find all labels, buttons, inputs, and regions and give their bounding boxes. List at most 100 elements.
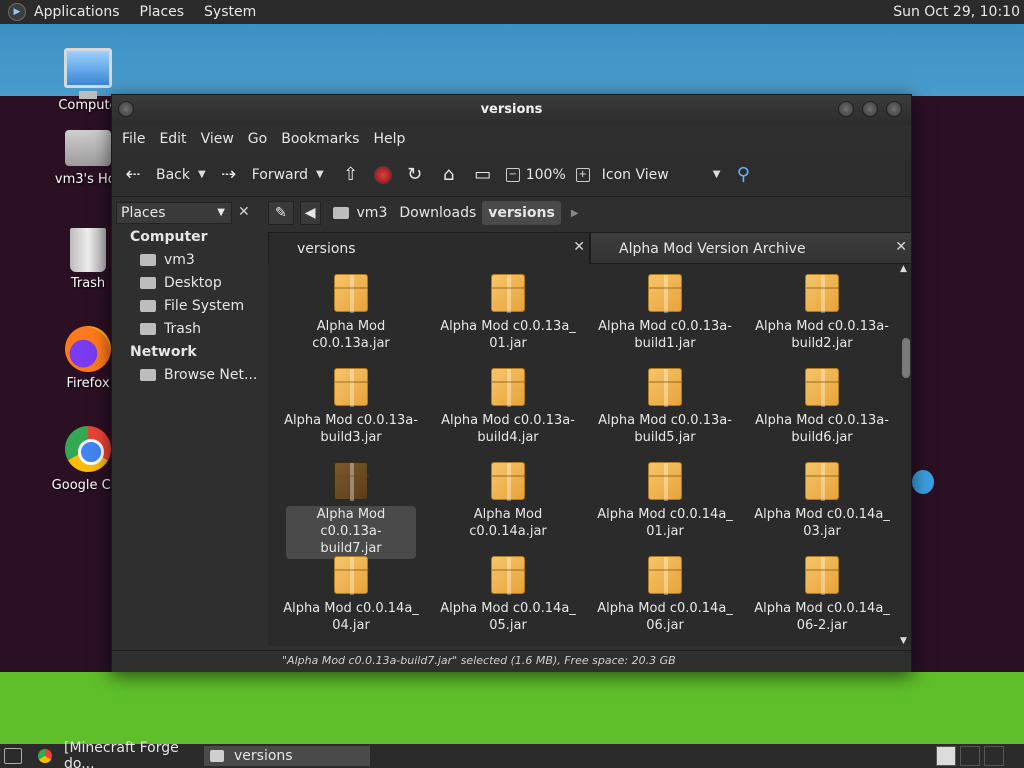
menu-places[interactable]: Places — [140, 4, 185, 20]
file-name-line2: build6.jar — [791, 430, 853, 445]
jar-file-icon — [491, 462, 526, 501]
file-name-line2: build2.jar — [791, 336, 853, 351]
path-segment-vm3[interactable]: vm3 — [327, 201, 394, 225]
file-item[interactable]: Alpha Mod c0.0.13a- build1.jar — [594, 274, 736, 352]
menu-go[interactable]: Go — [248, 131, 267, 147]
tab-versions[interactable]: versions ✕ — [268, 232, 590, 264]
close-sidebar-icon[interactable]: ✕ — [238, 204, 250, 220]
task-label: versions — [234, 748, 293, 764]
close-tab-icon[interactable]: ✕ — [573, 239, 585, 255]
zoom-in-icon[interactable]: + — [575, 167, 590, 182]
sidebar-type-select[interactable]: Places ▼ — [116, 202, 232, 224]
file-item[interactable]: Alpha Mod c0.0.13a- build6.jar — [751, 368, 893, 446]
toolbar: ⇠ Back ▼ ⇢ Forward ▼ ⇧ ↻ ⌂ ▭ − 100% + Ic… — [112, 153, 911, 197]
task-button-versions[interactable]: versions — [204, 746, 370, 766]
sidebar-item-desktop[interactable]: Desktop — [140, 275, 222, 291]
wallpaper-grass — [0, 672, 1024, 744]
path-segment-versions[interactable]: versions — [482, 201, 561, 225]
path-scroll-right-icon[interactable]: ▶ — [571, 208, 579, 219]
close-button[interactable] — [886, 101, 902, 117]
file-name-line2: build3.jar — [320, 430, 382, 445]
tab-bar: versions ✕ Alpha Mod Version Archive ✕ — [268, 232, 912, 264]
file-item[interactable]: Alpha Mod c0.0.13a.jar — [280, 274, 422, 352]
menu-view[interactable]: View — [201, 131, 234, 147]
chrome-launcher-icon[interactable] — [38, 749, 52, 763]
file-item[interactable]: Alpha Mod c0.0.14a_ 03.jar — [751, 462, 893, 540]
edit-location-icon[interactable]: ✎ — [268, 201, 294, 225]
file-name-line2: 01.jar — [489, 336, 527, 351]
workspace-1[interactable] — [936, 746, 956, 766]
jar-file-icon — [648, 274, 683, 313]
file-item[interactable]: Alpha Mod c0.0.13a- build4.jar — [437, 368, 579, 446]
forward-button[interactable]: ⇢ Forward — [216, 153, 308, 197]
minimize-button[interactable] — [838, 101, 854, 117]
home-icon[interactable]: ⌂ — [436, 164, 462, 185]
sidebar-item-trash[interactable]: Trash — [140, 321, 201, 337]
path-scroll-left-icon[interactable]: ◀ — [299, 201, 321, 225]
file-item-selected[interactable]: Alpha Mod c0.0.13a- build7.jar — [280, 462, 422, 559]
sidebar-item-browse-network[interactable]: Browse Net... — [140, 367, 257, 383]
file-item[interactable]: Alpha Mod c0.0.13a- build3.jar — [280, 368, 422, 446]
path-segment-downloads[interactable]: Downloads — [393, 201, 482, 225]
trash-icon — [140, 323, 156, 335]
file-name: Alpha Mod c0.0.13a- — [286, 506, 416, 540]
file-item[interactable]: Alpha Mod c0.0.13a- build2.jar — [751, 274, 893, 352]
zoom-out-icon[interactable]: − — [505, 167, 520, 182]
file-item[interactable]: Alpha Mod c0.0.14a_ 06.jar — [594, 556, 736, 634]
clock[interactable]: Sun Oct 29, 10:10 — [893, 4, 1020, 20]
file-item[interactable]: Alpha Mod c0.0.14a_ 04.jar — [280, 556, 422, 634]
sidebar-item-label: Browse Net... — [164, 367, 258, 383]
stop-icon[interactable] — [373, 165, 392, 184]
workspace-2[interactable] — [960, 746, 980, 766]
close-tab-icon[interactable]: ✕ — [895, 239, 907, 255]
file-item[interactable]: Alpha Mod c0.0.13a- build5.jar — [594, 368, 736, 446]
file-name-line2: 06-2.jar — [796, 618, 848, 633]
file-item[interactable]: Alpha Mod c0.0.14a_ 06-2.jar — [751, 556, 893, 634]
workspace-3[interactable] — [984, 746, 1004, 766]
tab-label: Alpha Mod Version Archive — [619, 241, 806, 257]
sidebar-item-file-system[interactable]: File System — [140, 298, 244, 314]
file-item[interactable]: Alpha Mod c0.0.14a_ 01.jar — [594, 462, 736, 540]
up-icon[interactable]: ⇧ — [338, 164, 364, 185]
sidebar-item-label: File System — [164, 298, 245, 314]
file-item[interactable]: Alpha Mod c0.0.13a_ 01.jar — [437, 274, 579, 352]
distro-logo-icon[interactable]: ▶ — [8, 3, 26, 21]
scroll-up-icon[interactable]: ▲ — [900, 264, 907, 274]
menu-bookmarks[interactable]: Bookmarks — [281, 131, 359, 147]
computer-icon — [64, 48, 112, 99]
back-history-dropdown-icon[interactable]: ▼ — [198, 169, 206, 180]
show-desktop-icon[interactable] — [4, 748, 22, 764]
view-mode-select[interactable]: Icon View — [602, 167, 669, 183]
search-icon[interactable]: ⚲ — [730, 164, 756, 185]
forward-history-dropdown-icon[interactable]: ▼ — [316, 169, 324, 180]
scrollbar-thumb[interactable] — [902, 338, 910, 378]
maximize-button[interactable] — [862, 101, 878, 117]
task-button-minecraft-forge[interactable]: [Minecraft Forge do... — [58, 740, 202, 768]
jar-file-icon — [805, 462, 840, 501]
firefox-icon — [65, 326, 111, 372]
title-bar[interactable]: versions — [112, 95, 911, 125]
scroll-down-icon[interactable]: ▼ — [900, 636, 907, 646]
reload-icon[interactable]: ↻ — [402, 164, 428, 185]
view-mode-dropdown-icon[interactable]: ▼ — [713, 169, 721, 180]
file-name: Alpha Mod c0.0.13a- — [441, 413, 575, 428]
file-name: Alpha Mod c0.0.13a_ — [440, 319, 576, 334]
jar-file-icon — [648, 556, 683, 595]
location-bar: ✎ ◀ vm3 Downloads versions ▶ — [268, 198, 911, 228]
back-button[interactable]: ⇠ Back — [120, 153, 190, 197]
file-name-line2: build1.jar — [634, 336, 696, 351]
home-folder-icon — [332, 207, 349, 219]
top-panel: ▶ Applications Places System Sun Oct 29,… — [0, 0, 1024, 24]
sidebar-item-vm3[interactable]: vm3 — [140, 252, 195, 268]
vertical-scrollbar[interactable] — [900, 264, 911, 646]
menu-system[interactable]: System — [204, 4, 256, 20]
computer-icon[interactable]: ▭ — [470, 164, 496, 185]
menu-file[interactable]: File — [122, 131, 145, 147]
tab-alpha-mod-archive[interactable]: Alpha Mod Version Archive ✕ — [590, 232, 912, 264]
window-title: versions — [480, 102, 543, 117]
menu-edit[interactable]: Edit — [159, 131, 186, 147]
file-item[interactable]: Alpha Mod c0.0.14a_ 05.jar — [437, 556, 579, 634]
file-item[interactable]: Alpha Mod c0.0.14a.jar — [437, 462, 579, 540]
menu-applications[interactable]: Applications — [34, 4, 120, 20]
menu-help[interactable]: Help — [373, 131, 405, 147]
